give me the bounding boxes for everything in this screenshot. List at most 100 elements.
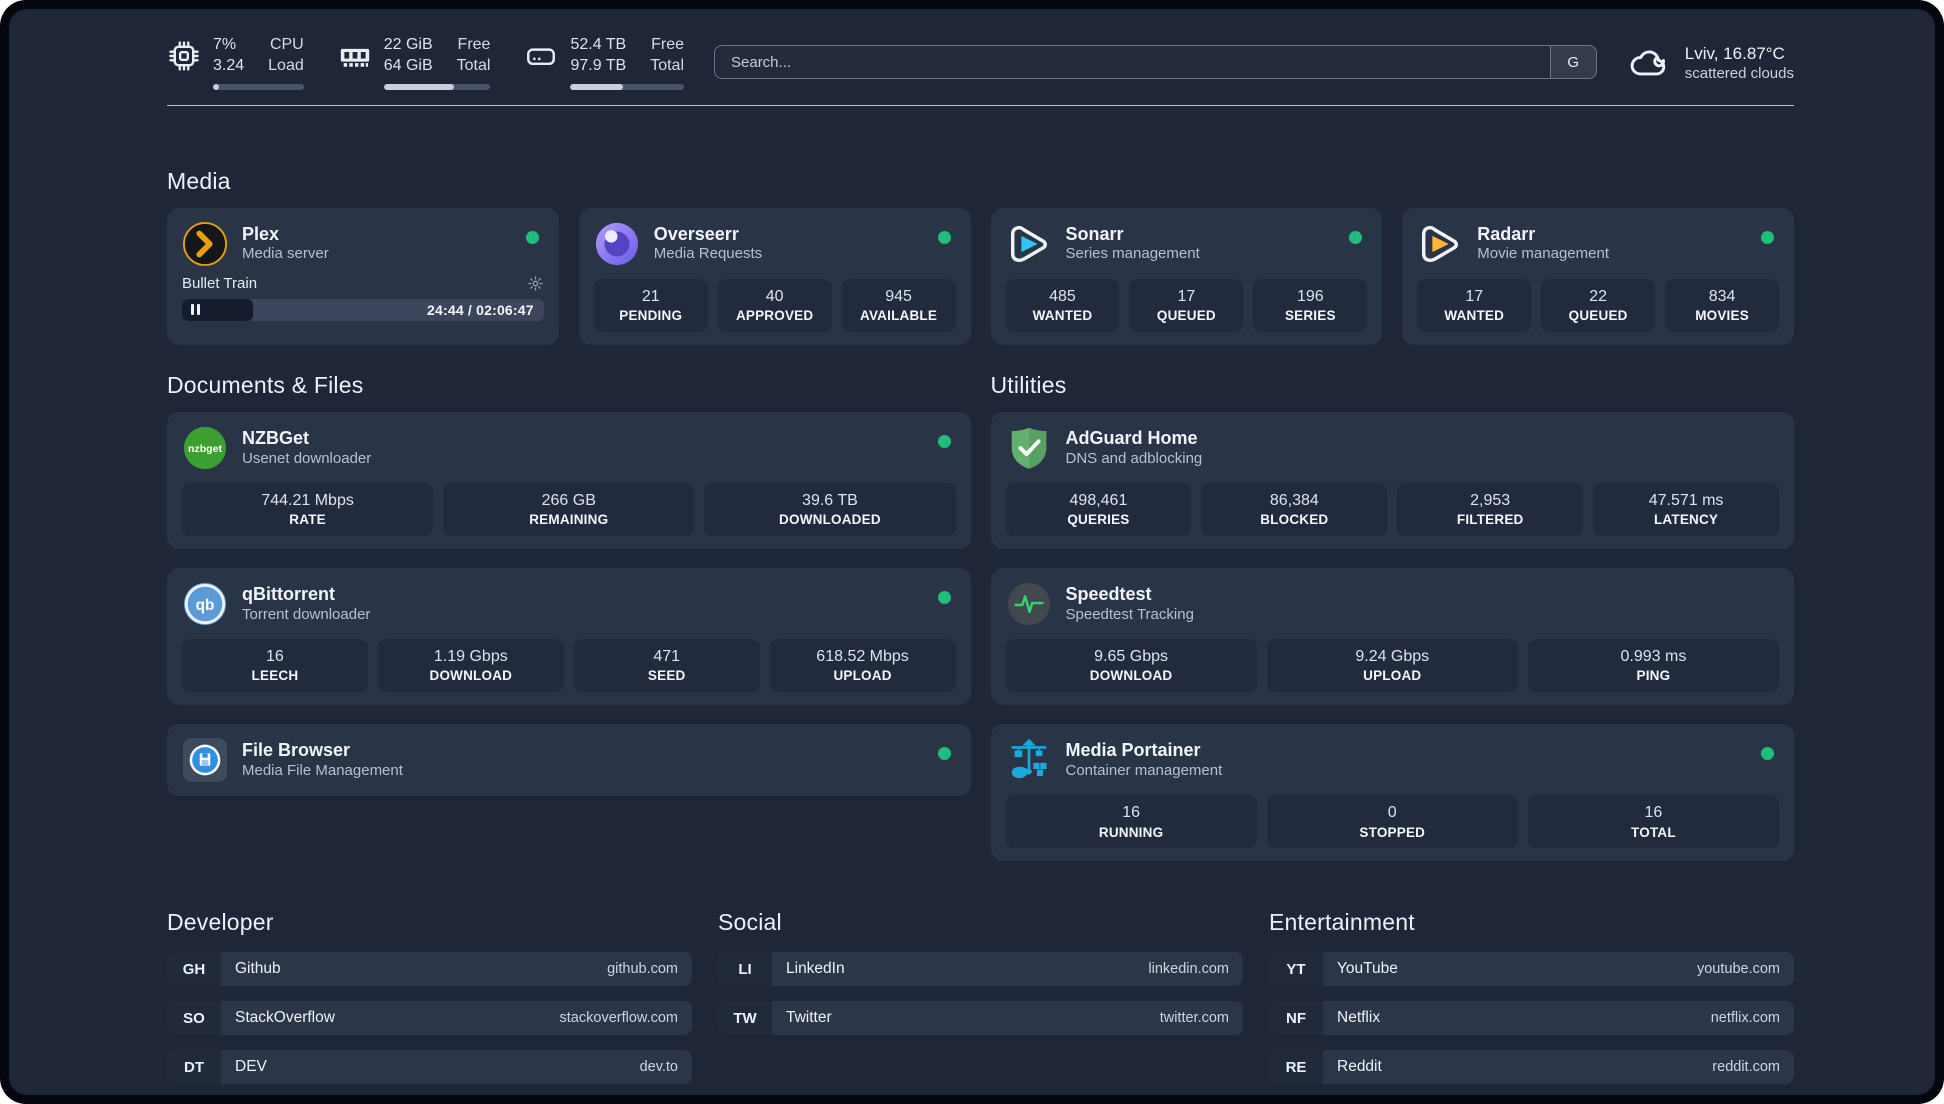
- nzbget-icon: nzbget: [182, 425, 228, 471]
- stat-tile-value: 17: [1465, 287, 1484, 305]
- stat-tile-value: 618.52 Mbps: [816, 647, 909, 665]
- search-engine-button[interactable]: G: [1549, 46, 1596, 79]
- stat-tile-value: 39.6 TB: [802, 491, 858, 509]
- app-title-block: Sonarr Series management: [1066, 223, 1200, 264]
- playback-time: 24:44 / 02:06:47: [427, 301, 534, 318]
- stat-tile-queued: 22 QUEUED: [1541, 278, 1656, 332]
- app-card-header: Sonarr Series management: [1006, 221, 1368, 267]
- search-input[interactable]: [715, 46, 1550, 79]
- bookmark-link-youtube[interactable]: YT YouTube youtube.com: [1269, 952, 1794, 987]
- stat-tile-movies: 834 MOVIES: [1665, 278, 1780, 332]
- link-name: Github: [235, 960, 281, 978]
- stat-tile-label: DOWNLOADED: [779, 512, 881, 528]
- app-card-sonarr[interactable]: Sonarr Series management 485 WANTED 17 QUEUED…: [990, 207, 1383, 345]
- hard-drive-icon: [524, 39, 558, 73]
- link-domain: stackoverflow.com: [559, 1010, 678, 1027]
- app-card-radarr[interactable]: Radarr Movie management 17 WANTED 22 QUEUED 83…: [1402, 207, 1794, 345]
- status-online-dot: [1761, 747, 1774, 761]
- stat-tile-queries: 498,461 QUERIES: [1005, 482, 1192, 536]
- stat-tile-seed: 471 SEED: [573, 638, 760, 693]
- app-card-adguard-home[interactable]: AdGuard Home DNS and adblocking 498,461 QUE…: [990, 411, 1794, 549]
- stat-tile-value: 22: [1589, 287, 1608, 305]
- app-name: Overseerr: [653, 223, 739, 244]
- stat-tile-wanted: 17 WANTED: [1417, 278, 1532, 332]
- stat-tile-label: APPROVED: [735, 308, 814, 324]
- memory-icon: [338, 39, 372, 73]
- link-body: Reddit reddit.com: [1323, 1050, 1794, 1085]
- bookmark-link-groups: Developer GH Github github.com SO StackOverfl…: [167, 909, 1794, 1095]
- stat-tile-rate: 744.21 Mbps RATE: [182, 482, 434, 536]
- stat-tile-wanted: 485 WANTED: [1005, 278, 1120, 332]
- bookmark-link-linkedin[interactable]: LI LinkedIn linkedin.com: [718, 952, 1243, 987]
- app-card-nzbget[interactable]: nzbget NZBGet Usenet downloader 744.21 Mbps…: [167, 411, 971, 549]
- bookmark-link-netflix[interactable]: NF Netflix netflix.com: [1269, 1001, 1794, 1036]
- stat-tile-value: 47.571 ms: [1648, 491, 1724, 509]
- stat-tile-label: STOPPED: [1359, 824, 1426, 840]
- app-description: Movie management: [1477, 245, 1609, 263]
- app-title-block: AdGuard Home DNS and adblocking: [1066, 427, 1203, 468]
- stat-tile-label: UPLOAD: [833, 668, 892, 684]
- app-name: Radarr: [1477, 223, 1536, 244]
- app-card-speedtest[interactable]: Speedtest Speedtest Tracking 9.65 Gbps DOWN…: [990, 567, 1794, 706]
- gear-icon[interactable]: [527, 275, 544, 292]
- stat-tile-value: 196: [1296, 287, 1324, 305]
- stat-value-top: 52.4 TB: [570, 36, 627, 53]
- stat-tile-filtered: 2,953 FILTERED: [1397, 482, 1584, 536]
- cloud-icon: [1627, 40, 1671, 84]
- link-domain: dev.to: [639, 1059, 678, 1076]
- app-name: Plex: [242, 223, 280, 244]
- stat-tile-value: 17: [1177, 287, 1196, 305]
- stat-tile-value: 9.24 Gbps: [1355, 647, 1430, 665]
- pause-icon[interactable]: [191, 304, 200, 316]
- system-widget-labels: CPU Load: [268, 35, 304, 77]
- app-card-overseerr[interactable]: Overseerr Media Requests 21 PENDING 40 APPROV…: [578, 207, 971, 345]
- status-online-dot: [1349, 230, 1363, 244]
- usage-progress-track: [570, 83, 684, 90]
- app-card-header: Overseerr Media Requests: [594, 221, 956, 267]
- app-card-header: Media Portainer Container management: [1006, 737, 1780, 783]
- stat-tile-label: WANTED: [1444, 308, 1505, 324]
- stat-tile-label: DOWNLOAD: [429, 668, 513, 684]
- bookmark-link-reddit[interactable]: RE Reddit reddit.com: [1269, 1050, 1794, 1085]
- status-online-dot: [937, 434, 951, 448]
- stat-tile-label: SERIES: [1284, 308, 1336, 324]
- bookmark-link-github[interactable]: GH Github github.com: [167, 952, 692, 987]
- stat-tile-label: REMAINING: [529, 512, 609, 528]
- app-name: File Browser: [242, 740, 351, 761]
- link-abbr-badge: TW: [718, 1001, 772, 1036]
- system-widget-body: 52.4 TB 97.9 TB Free Total: [570, 35, 684, 90]
- app-description: DNS and adblocking: [1065, 449, 1203, 467]
- usage-progress-fill: [570, 83, 623, 90]
- stat-tiles-row: 17 WANTED 22 QUEUED 834 MOVIES: [1417, 278, 1780, 332]
- link-body: YouTube youtube.com: [1323, 952, 1794, 987]
- stat-tile-queued: 17 QUEUED: [1129, 278, 1244, 332]
- bookmark-link-stackoverflow[interactable]: SO StackOverflow stackoverflow.com: [167, 1001, 692, 1036]
- link-group-developer: Developer GH Github github.com SO StackOverfl…: [167, 909, 692, 1095]
- link-domain: reddit.com: [1712, 1059, 1780, 1076]
- portainer-icon: [1006, 737, 1052, 783]
- app-card-plex[interactable]: Plex Media server Bullet Train 24:44 / 02:…: [167, 207, 559, 345]
- app-card-media-portainer[interactable]: Media Portainer Container management 16 RUN…: [990, 724, 1794, 862]
- qbittorrent-icon: qb: [182, 581, 228, 627]
- app-card-qbittorrent[interactable]: qb qBittorrent Torrent downloader 16 LEECH 1.…: [167, 567, 971, 706]
- playback-progress-bar: 24:44 / 02:06:47: [182, 298, 544, 321]
- link-name: YouTube: [1337, 960, 1398, 978]
- stat-tile-pending: 21 PENDING: [593, 278, 708, 332]
- system-widget-body: 22 GiB 64 GiB Free Total: [383, 35, 491, 90]
- app-card-file-browser[interactable]: File Browser Media File Management: [167, 724, 971, 797]
- utilities-card-stack: AdGuard Home DNS and adblocking 498,461 QUE…: [990, 411, 1794, 862]
- system-widget-hard-drive: 52.4 TB 97.9 TB Free Total: [524, 35, 684, 90]
- system-stats-widgets: 7% 3.24 CPU Load 22 GiB 64 GiB Free Tota…: [167, 35, 684, 90]
- stat-tile-label: LATENCY: [1653, 512, 1719, 528]
- bookmark-link-twitter[interactable]: TW Twitter twitter.com: [718, 1001, 1243, 1036]
- stat-tile-value: 471: [653, 647, 681, 665]
- top-bar: 7% 3.24 CPU Load 22 GiB 64 GiB Free Tota…: [167, 35, 1794, 90]
- link-abbr-badge: DT: [167, 1050, 221, 1085]
- sonarr-icon: [1006, 221, 1052, 267]
- stat-value-bottom: 3.24: [213, 56, 245, 74]
- usage-progress-fill: [383, 83, 455, 90]
- system-widget-cpu-chip: 7% 3.24 CPU Load: [167, 35, 304, 90]
- bookmark-link-dev[interactable]: DT DEV dev.to: [167, 1050, 692, 1085]
- stat-tile-download: 1.19 Gbps DOWNLOAD: [377, 638, 564, 693]
- usage-progress-fill: [213, 83, 220, 90]
